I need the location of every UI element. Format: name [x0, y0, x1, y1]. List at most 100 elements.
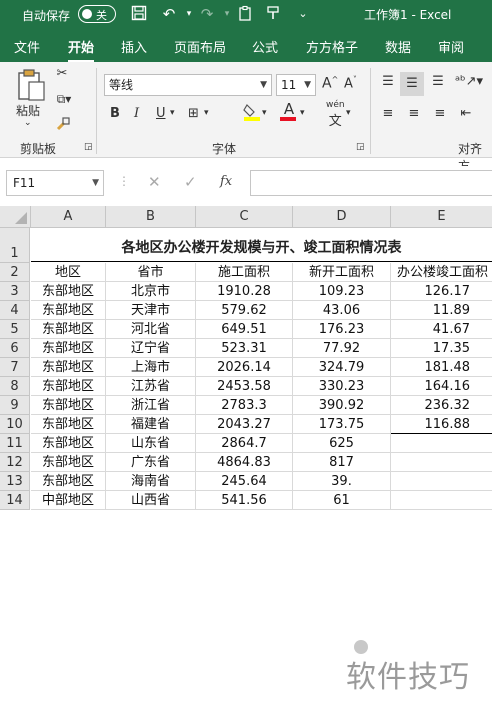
cell-completed-area[interactable]: 17.35 [391, 339, 492, 358]
cell-construction-area[interactable]: 2453.58 [196, 377, 293, 396]
header-cell-province[interactable]: 省市 [106, 263, 196, 282]
cell-region[interactable]: 东部地区 [31, 434, 106, 453]
cell-construction-area[interactable]: 2043.27 [196, 415, 293, 434]
cell-completed-area[interactable] [391, 472, 492, 491]
column-header-a[interactable]: A [31, 206, 106, 228]
font-name-select[interactable]: 等线 ▼ [104, 74, 272, 96]
tab-formulas[interactable]: 公式 [252, 37, 278, 56]
row-header[interactable]: 14 [0, 491, 30, 510]
cell-construction-area[interactable]: 523.31 [196, 339, 293, 358]
cell-region[interactable]: 中部地区 [31, 491, 106, 510]
cell-region[interactable]: 东部地区 [31, 453, 106, 472]
cell-province[interactable]: 海南省 [106, 472, 196, 491]
cell-region[interactable]: 东部地区 [31, 301, 106, 320]
row-header[interactable]: 1 [0, 228, 30, 263]
cell-province[interactable]: 河北省 [106, 320, 196, 339]
redo-icon[interactable]: ↷ [198, 5, 216, 23]
column-header-c[interactable]: C [196, 206, 293, 228]
underline-dropdown-icon[interactable]: ▾ [170, 108, 175, 118]
cell-construction-area[interactable]: 245.64 [196, 472, 293, 491]
cell-completed-area[interactable] [391, 491, 492, 510]
fill-color-icon[interactable] [242, 102, 262, 126]
row-header[interactable]: 6 [0, 339, 30, 358]
cell-construction-area[interactable]: 2026.14 [196, 358, 293, 377]
cell-completed-area[interactable]: 236.32 [391, 396, 492, 415]
row-header[interactable]: 2 [0, 263, 30, 282]
cell-construction-area[interactable]: 541.56 [196, 491, 293, 510]
cell-region[interactable]: 东部地区 [31, 415, 106, 434]
insert-function-icon[interactable]: fx [220, 174, 232, 189]
undo-dropdown-icon[interactable]: ▾ [180, 5, 198, 23]
cell-construction-area[interactable]: 2783.3 [196, 396, 293, 415]
borders-icon[interactable]: ⊞ [188, 106, 199, 121]
select-all-corner[interactable] [0, 206, 31, 228]
cell-completed-area[interactable]: 126.17 [391, 282, 492, 301]
cell-province[interactable]: 福建省 [106, 415, 196, 434]
tab-home[interactable]: 开始 [68, 37, 95, 63]
cell-new-start-area[interactable]: 330.23 [293, 377, 391, 396]
phonetic-button[interactable]: wén 文 [326, 100, 345, 129]
cell-province[interactable]: 上海市 [106, 358, 196, 377]
cell-construction-area[interactable]: 579.62 [196, 301, 293, 320]
cell-region[interactable]: 东部地区 [31, 320, 106, 339]
redo-dropdown-icon[interactable]: ▾ [218, 5, 236, 23]
align-center-icon[interactable]: ≡ [404, 106, 424, 121]
name-box[interactable]: F11 ▼ [6, 170, 104, 196]
align-left-icon[interactable]: ≡ [378, 106, 398, 121]
sheet-title-cell[interactable]: 各地区办公楼开发规模与开、竣工面积情况表 [31, 229, 492, 262]
cell-region[interactable]: 东部地区 [31, 396, 106, 415]
paste-icon[interactable] [14, 68, 48, 104]
cell-completed-area[interactable] [391, 453, 492, 472]
row-header[interactable]: 11 [0, 434, 30, 453]
autosave-toggle[interactable]: 关 [78, 5, 116, 23]
cell-region[interactable]: 东部地区 [31, 472, 106, 491]
cell-construction-area[interactable]: 649.51 [196, 320, 293, 339]
cell-new-start-area[interactable]: 39. [293, 472, 391, 491]
font-launcher-icon[interactable]: ◲ [356, 142, 365, 152]
save-icon[interactable] [130, 5, 148, 23]
row-header[interactable]: 13 [0, 472, 30, 491]
borders-dropdown-icon[interactable]: ▾ [204, 108, 209, 118]
cell-new-start-area[interactable]: 77.92 [293, 339, 391, 358]
fill-color-dropdown-icon[interactable]: ▾ [262, 108, 267, 118]
cell-region[interactable]: 东部地区 [31, 358, 106, 377]
cell-province[interactable]: 山东省 [106, 434, 196, 453]
customize-toolbar-icon[interactable]: ⌄ [294, 5, 312, 23]
enter-icon[interactable]: ✓ [184, 173, 197, 191]
font-size-select[interactable]: 11 ▼ [276, 74, 316, 96]
cell-province[interactable]: 山西省 [106, 491, 196, 510]
align-middle-icon[interactable]: ☰ [400, 72, 424, 96]
row-header[interactable]: 4 [0, 301, 30, 320]
cancel-icon[interactable]: ✕ [148, 173, 161, 191]
row-header[interactable]: 10 [0, 415, 30, 434]
phonetic-dropdown-icon[interactable]: ▾ [346, 108, 351, 118]
underline-button[interactable]: U [156, 106, 166, 121]
cell-region[interactable]: 东部地区 [31, 282, 106, 301]
cell-completed-area[interactable]: 164.16 [391, 377, 492, 396]
orientation-icon[interactable]: ᵃᵇ↗▾ [454, 74, 484, 89]
cell-construction-area[interactable]: 4864.83 [196, 453, 293, 472]
cell-province[interactable]: 江苏省 [106, 377, 196, 396]
cell-new-start-area[interactable]: 390.92 [293, 396, 391, 415]
formula-input[interactable] [250, 170, 492, 196]
tab-page-layout[interactable]: 页面布局 [174, 37, 226, 56]
format-painter-brush-icon[interactable] [54, 116, 72, 136]
row-header[interactable]: 3 [0, 282, 30, 301]
tab-review[interactable]: 审阅 [438, 37, 464, 56]
cell-new-start-area[interactable]: 625 [293, 434, 391, 453]
shrink-font-button[interactable]: A˅ [344, 75, 357, 91]
decrease-indent-icon[interactable]: ⇤ [456, 106, 476, 121]
cell-province[interactable]: 天津市 [106, 301, 196, 320]
cell-completed-area[interactable]: 41.67 [391, 320, 492, 339]
undo-icon[interactable]: ↶ [160, 5, 178, 23]
column-header-d[interactable]: D [293, 206, 391, 228]
format-painter-icon[interactable] [264, 5, 282, 23]
cell-construction-area[interactable]: 1910.28 [196, 282, 293, 301]
cell-completed-area[interactable] [391, 434, 492, 453]
tab-fangfang[interactable]: 方方格子 [306, 37, 358, 56]
cell-completed-area[interactable]: 11.89 [391, 301, 492, 320]
cell-province[interactable]: 广东省 [106, 453, 196, 472]
row-header[interactable]: 12 [0, 453, 30, 472]
header-cell-construction-area[interactable]: 施工面积 [196, 263, 293, 282]
cell-province[interactable]: 浙江省 [106, 396, 196, 415]
